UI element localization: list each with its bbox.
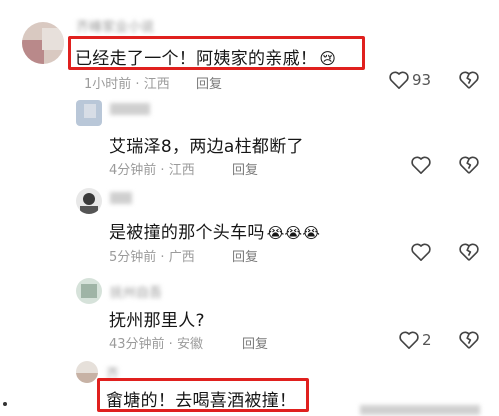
location: 江西	[168, 163, 195, 178]
broken-heart-icon[interactable]	[458, 242, 480, 262]
comment-text: 抚州那里人?	[109, 311, 205, 331]
highlight-box	[68, 36, 365, 70]
comment-meta: 5分钟前 · 广西	[109, 250, 195, 265]
timestamp: 5分钟前	[109, 250, 157, 265]
comment-text: 艾瑞泽8，两边a柱都断了	[109, 137, 304, 157]
crying-emoji-icon: 😭😭😭	[266, 224, 321, 242]
comment-item: 抚州自吾 抚州那里人? 43分钟前 · 安徽 回复 2	[0, 270, 499, 355]
comment-item: 齐峰家业小说 已经走了一个！阿姨家的亲戚！ 😢 1小时前 · 江西 回复 93	[0, 0, 499, 95]
reply-button[interactable]: 回复	[196, 73, 222, 92]
location: 安徽	[176, 337, 203, 352]
comment-meta: 4分钟前 · 江西	[109, 163, 195, 178]
location: 江西	[143, 77, 170, 92]
broken-heart-icon[interactable]	[458, 330, 480, 350]
reply-button[interactable]: 回复	[232, 159, 258, 178]
timestamp: 43分钟前	[109, 337, 165, 352]
comment-item: 是被撞的那个头车吗 😭😭😭 5分钟前 · 广西 回复	[0, 180, 499, 270]
heart-icon[interactable]	[388, 70, 410, 90]
comment-meta: 43分钟前 · 安徽	[109, 337, 203, 352]
broken-heart-icon[interactable]	[458, 70, 480, 90]
heart-icon[interactable]	[410, 155, 432, 175]
comment-text: 畲塘的！去喝喜酒被撞！	[106, 391, 297, 411]
avatar-image	[22, 22, 64, 64]
username[interactable]: 齐峰家业小说	[76, 16, 154, 35]
avatar[interactable]	[76, 361, 98, 383]
avatar[interactable]	[76, 188, 102, 214]
reply-button[interactable]: 回复	[242, 333, 268, 352]
comment-item: 艾瑞泽8，两边a柱都断了 4分钟前 · 江西 回复	[0, 95, 499, 180]
avatar-image	[76, 361, 98, 383]
timestamp: 1小时前	[84, 77, 132, 92]
comment-item: 齐 畲塘的！去喝喜酒被撞！	[0, 355, 499, 416]
comment-text: 是被撞的那个头车吗 😭😭😭	[109, 218, 320, 243]
like-count: 93	[412, 71, 432, 89]
reply-button[interactable]: 回复	[232, 246, 258, 265]
bullet-dot	[3, 402, 7, 406]
location: 广西	[168, 250, 195, 265]
avatar-image	[76, 100, 102, 126]
username[interactable]: 抚州自吾	[110, 282, 162, 301]
avatar-image	[76, 188, 102, 214]
watermark-fragment	[360, 405, 480, 415]
timestamp: 4分钟前	[109, 163, 157, 178]
comment-meta: 1小时前 · 江西	[84, 77, 170, 92]
like-count: 2	[422, 331, 432, 349]
broken-heart-icon[interactable]	[458, 155, 480, 175]
avatar[interactable]	[76, 278, 102, 304]
heart-icon[interactable]	[398, 330, 420, 350]
username[interactable]	[110, 103, 150, 115]
avatar[interactable]	[76, 100, 102, 126]
heart-icon[interactable]	[410, 242, 432, 262]
avatar[interactable]	[22, 22, 64, 64]
avatar-image	[76, 278, 102, 304]
username[interactable]	[110, 192, 132, 204]
comment-text-main: 是被撞的那个头车吗	[109, 223, 265, 243]
